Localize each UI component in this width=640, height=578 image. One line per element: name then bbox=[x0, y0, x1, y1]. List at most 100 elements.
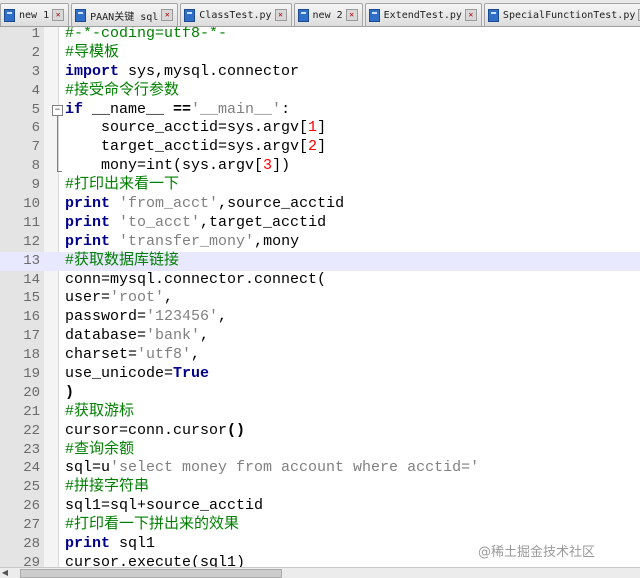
tab-label: ClassTest.py bbox=[199, 9, 272, 21]
code-line[interactable]: 27 #打印看一下拼出来的效果 bbox=[0, 516, 640, 535]
code-line[interactable]: 23 #查询余额 bbox=[0, 441, 640, 460]
code-line[interactable]: 2 #导模板 bbox=[0, 44, 640, 63]
line-number: 15 bbox=[23, 290, 40, 307]
code-token: cursor.execute(sql1) bbox=[65, 553, 246, 567]
watermark-text: @稀土掘金技术社区 bbox=[478, 545, 596, 560]
code-token: 'from_acct' bbox=[119, 195, 219, 213]
line-number: 26 bbox=[23, 498, 40, 515]
code-line[interactable]: 21 #获取游标 bbox=[0, 403, 640, 422]
line-number: 16 bbox=[23, 309, 40, 326]
tab-4[interactable]: ExtendTest.py ✕ bbox=[364, 3, 482, 26]
code-text: user='root', bbox=[65, 289, 173, 308]
code-token: ,target_acctid bbox=[200, 213, 327, 231]
code-token: #-*-coding=utf8-*- bbox=[65, 27, 228, 42]
close-icon[interactable]: ✕ bbox=[161, 9, 174, 21]
code-line[interactable]: 16 password='123456', bbox=[0, 308, 640, 327]
code-line[interactable]: 10 print 'from_acct',source_acctid bbox=[0, 195, 640, 214]
close-icon[interactable]: ✕ bbox=[345, 9, 358, 21]
code-token: print bbox=[65, 195, 111, 213]
code-editor[interactable]: − 1 #-*-coding=utf8-*- 2 #导模板 3 import sys,my… bbox=[0, 27, 640, 567]
code-text: #接受命令行参数 bbox=[65, 82, 179, 101]
tab-5[interactable]: SpecialFunctionTest.py✕ bbox=[483, 3, 640, 26]
code-token: if bbox=[65, 100, 84, 118]
code-line[interactable]: 9 #打印出来看一下 bbox=[0, 176, 640, 195]
code-line[interactable]: 4 #接受命令行参数 bbox=[0, 82, 640, 101]
code-line[interactable]: 19 use_unicode=True bbox=[0, 365, 640, 384]
line-number: 14 bbox=[23, 271, 40, 288]
close-icon[interactable]: ✕ bbox=[274, 9, 287, 21]
code-text: target_acctid=sys.argv[2] bbox=[65, 138, 326, 157]
code-text: mony=int(sys.argv[3]) bbox=[65, 157, 290, 176]
code-token: 3 bbox=[263, 157, 273, 175]
tab-2[interactable]: ClassTest.py ✕ bbox=[180, 3, 292, 26]
code-line[interactable]: 3 import sys,mysql.connector bbox=[0, 63, 640, 82]
code-token: : bbox=[281, 100, 291, 118]
code-line[interactable]: 22 cursor=conn.cursor() bbox=[0, 422, 640, 441]
code-line[interactable]: 7 target_acctid=sys.argv[2] bbox=[0, 138, 640, 157]
file-icon bbox=[184, 8, 196, 22]
code-text: #打印出来看一下 bbox=[65, 176, 179, 195]
code-token: use_unicode= bbox=[65, 365, 174, 383]
code-token: #打印出来看一下 bbox=[65, 176, 180, 194]
code-token: sql1=sql+source_acctid bbox=[65, 497, 264, 515]
code-token: #拼接字符串 bbox=[65, 478, 150, 496]
code-line[interactable]: 25 #拼接字符串 bbox=[0, 478, 640, 497]
code-token: target_acctid=sys.argv[ bbox=[65, 138, 309, 156]
code-token: #接受命令行参数 bbox=[65, 81, 180, 99]
code-token: True bbox=[173, 365, 210, 383]
code-line[interactable]: 18 charset='utf8', bbox=[0, 346, 640, 365]
line-number: 8 bbox=[31, 158, 40, 175]
code-line[interactable]: 17 database='bank', bbox=[0, 327, 640, 346]
close-icon[interactable]: ✕ bbox=[52, 9, 65, 21]
code-token: sql=u bbox=[65, 459, 111, 477]
code-token: '123456' bbox=[146, 308, 219, 326]
file-icon bbox=[4, 8, 15, 22]
code-text: print 'from_acct',source_acctid bbox=[65, 195, 344, 214]
file-icon bbox=[75, 8, 87, 22]
tab-label: new 1 bbox=[19, 9, 50, 21]
code-line[interactable]: 5 if __name__ =='__main__': bbox=[0, 101, 640, 120]
line-number: 2 bbox=[31, 44, 40, 61]
code-line[interactable]: 13 #获取数据库链接 bbox=[0, 251, 640, 271]
code-line[interactable]: 8 mony=int(sys.argv[3]) bbox=[0, 157, 640, 176]
line-number: 10 bbox=[23, 196, 40, 213]
code-line[interactable]: 12 print 'transfer_mony',mony bbox=[0, 233, 640, 252]
code-line[interactable]: 11 print 'to_acct',target_acctid bbox=[0, 214, 640, 233]
code-line[interactable]: 24 sql=u'select money from account where … bbox=[0, 459, 640, 478]
code-text: print 'transfer_mony',mony bbox=[65, 233, 299, 252]
code-token: #查询余额 bbox=[65, 440, 135, 458]
code-text: sql1=sql+source_acctid bbox=[65, 497, 263, 516]
code-token: #获取游标 bbox=[65, 402, 135, 420]
tab-3[interactable]: new 2 ✕ bbox=[293, 3, 363, 26]
code-token: print bbox=[65, 213, 111, 231]
code-line[interactable]: 6 source_acctid=sys.argv[1] bbox=[0, 119, 640, 138]
tab-label: ExtendTest.py bbox=[383, 9, 462, 21]
tab-0[interactable]: new 1 ✕ bbox=[0, 3, 70, 26]
tab-bar: new 1 ✕ PAAN关键 sql ✕ ClassTest.py ✕ new 2 ✕ Exte… bbox=[0, 0, 640, 27]
tab-1[interactable]: PAAN关键 sql ✕ bbox=[71, 3, 179, 26]
code-text: print sql1 bbox=[65, 535, 155, 554]
code-line[interactable]: 14 conn=mysql.connector.connect( bbox=[0, 271, 640, 290]
close-icon[interactable]: ✕ bbox=[464, 9, 477, 21]
code-token: #获取数据库链接 bbox=[65, 251, 180, 269]
code-token: password= bbox=[65, 308, 147, 326]
line-number: 12 bbox=[23, 233, 40, 250]
line-number: 19 bbox=[23, 366, 40, 383]
horizontal-scrollbar[interactable]: ◀ bbox=[0, 567, 640, 578]
line-number: 24 bbox=[23, 460, 40, 477]
code-text: conn=mysql.connector.connect( bbox=[65, 271, 326, 290]
code-line[interactable]: 26 sql1=sql+source_acctid bbox=[0, 497, 640, 516]
code-line[interactable]: 1 #-*-coding=utf8-*- bbox=[0, 27, 640, 44]
code-text: #获取游标 bbox=[65, 403, 134, 422]
line-number: 23 bbox=[23, 441, 40, 458]
code-token: ] bbox=[317, 119, 327, 137]
code-text: if __name__ =='__main__': bbox=[65, 101, 290, 120]
file-icon bbox=[487, 8, 499, 22]
code-token: 1 bbox=[308, 119, 318, 137]
tab-label: new 2 bbox=[312, 9, 343, 21]
code-token: charset= bbox=[65, 346, 138, 364]
code-line[interactable]: 15 user='root', bbox=[0, 289, 640, 308]
line-number: 6 bbox=[31, 120, 40, 137]
code-line[interactable]: 20) bbox=[0, 384, 640, 403]
